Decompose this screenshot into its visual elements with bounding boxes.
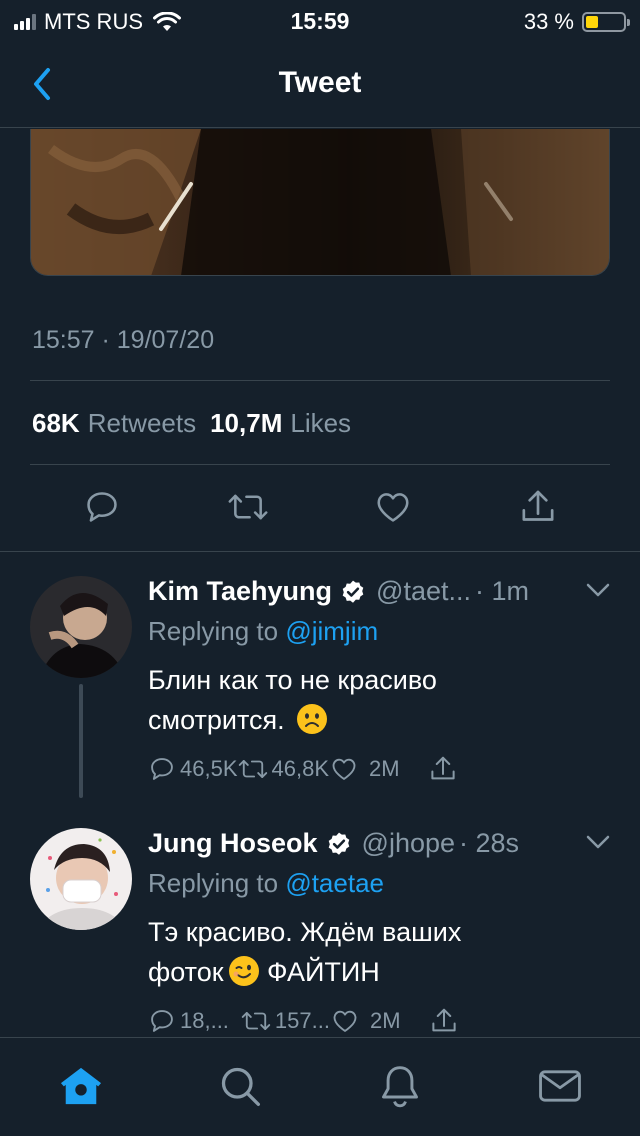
reply-header: Jung Hoseok @jhope · 28s	[148, 828, 519, 859]
notifications-icon	[382, 1066, 418, 1108]
tweet-timestamp: 15:57 · 19/07/20	[32, 326, 215, 354]
tweet-stats: 68K Retweets 10,7M Likes	[32, 408, 357, 439]
divider	[0, 551, 640, 552]
likes-label[interactable]: Likes	[290, 408, 351, 439]
reply-button[interactable]: 46,5K	[148, 755, 238, 783]
verified-icon	[342, 580, 364, 603]
divider	[30, 380, 610, 381]
reply-actions: 46,5K 46,8K 2M	[148, 754, 462, 784]
share-button[interactable]	[516, 485, 560, 529]
retweet-count: 157...	[274, 1008, 330, 1033]
like-button[interactable]: 2M	[329, 755, 400, 783]
reply-actions: 18,... 157... 2M	[148, 1006, 463, 1036]
status-bar: MTS RUS 15:59 33 %	[0, 0, 640, 40]
author-name[interactable]: Jung Hoseok	[148, 828, 318, 859]
replying-mention[interactable]: @taetae	[285, 868, 384, 898]
like-icon	[333, 1010, 357, 1032]
verified-icon	[328, 832, 349, 855]
reply-button[interactable]: 18,...	[148, 1007, 229, 1035]
share-icon	[430, 756, 455, 780]
replying-to: Replying to @jimjim	[148, 616, 378, 647]
header: Tweet	[0, 40, 640, 128]
reply-text: Тэ красиво. Ждём ваших фоток ФАЙТИН	[148, 912, 528, 992]
reply-header: Kim Taehyung @taet... · 1m	[148, 576, 529, 607]
replying-prefix: Replying to	[148, 616, 286, 646]
like-button[interactable]: 2M	[330, 1007, 401, 1035]
share-button[interactable]	[429, 1006, 463, 1036]
reply-text-tail: ФАЙТИН	[259, 957, 380, 987]
like-count: 2M	[369, 1008, 401, 1033]
tab-notifications[interactable]	[376, 1062, 424, 1110]
retweet-button[interactable]	[226, 485, 270, 529]
reply-icon	[151, 758, 173, 780]
reply-count: 18,...	[180, 1008, 229, 1033]
tab-search[interactable]	[216, 1062, 264, 1110]
tab-bar	[0, 1037, 640, 1136]
battery-icon	[582, 12, 630, 32]
avatar[interactable]	[30, 576, 132, 678]
retweet-count: 46,8K	[271, 756, 330, 781]
replying-prefix: Replying to	[148, 868, 286, 898]
avatar-image	[30, 828, 132, 930]
likes-count[interactable]: 10,7M	[210, 408, 282, 439]
author-handle[interactable]: @jhope	[362, 828, 455, 859]
tweet-image[interactable]	[30, 129, 610, 276]
share-icon	[522, 490, 554, 521]
replying-mention[interactable]: @jimjim	[285, 616, 378, 646]
retweets-count[interactable]: 68K	[32, 408, 80, 439]
frowning-face-emoji	[297, 704, 328, 734]
retweet-icon	[238, 760, 267, 778]
home-icon	[60, 1067, 102, 1105]
replying-to: Replying to @taetae	[148, 868, 384, 899]
tweet-actions	[0, 485, 640, 533]
retweet-icon	[241, 1012, 271, 1030]
reply-text-body: Блин как то не красиво смотрится.	[148, 665, 437, 735]
tweet-photo	[31, 129, 609, 275]
like-icon	[377, 493, 409, 522]
author-handle[interactable]: @taet...	[376, 576, 471, 607]
tab-home[interactable]	[57, 1062, 105, 1110]
avatar-image	[30, 576, 132, 678]
page-title: Tweet	[278, 66, 362, 99]
avatar[interactable]	[30, 828, 132, 930]
battery-percent: 33 %	[523, 9, 574, 34]
reply-icon	[151, 1010, 173, 1032]
author-name[interactable]: Kim Taehyung	[148, 576, 332, 607]
like-count: 2M	[369, 756, 400, 781]
thread-line	[79, 684, 83, 798]
reply-time: · 28s	[459, 828, 520, 858]
winking-face-emoji	[228, 956, 259, 986]
like-icon	[332, 758, 356, 780]
retweet-button[interactable]: 46,8K	[238, 755, 330, 783]
reply-text: Блин как то не красиво смотрится.	[148, 660, 548, 740]
share-button[interactable]	[428, 754, 462, 784]
chevron-down-icon[interactable]	[584, 580, 612, 600]
chevron-down-icon[interactable]	[584, 832, 612, 852]
reply-count: 46,5K	[180, 756, 238, 781]
like-button[interactable]	[371, 485, 415, 529]
divider	[30, 464, 610, 465]
reply-time: · 1m	[474, 576, 529, 606]
retweets-label[interactable]: Retweets	[88, 408, 196, 439]
reply-button[interactable]	[80, 485, 124, 529]
retweet-button[interactable]: 157...	[241, 1007, 330, 1035]
share-icon	[431, 1008, 456, 1032]
search-icon	[221, 1067, 260, 1106]
tab-messages[interactable]	[536, 1062, 584, 1110]
battery-fill	[586, 16, 598, 28]
status-right: 33 %	[523, 9, 630, 35]
messages-icon	[539, 1070, 581, 1102]
reply-icon	[87, 492, 117, 522]
retweet-icon	[228, 494, 268, 520]
